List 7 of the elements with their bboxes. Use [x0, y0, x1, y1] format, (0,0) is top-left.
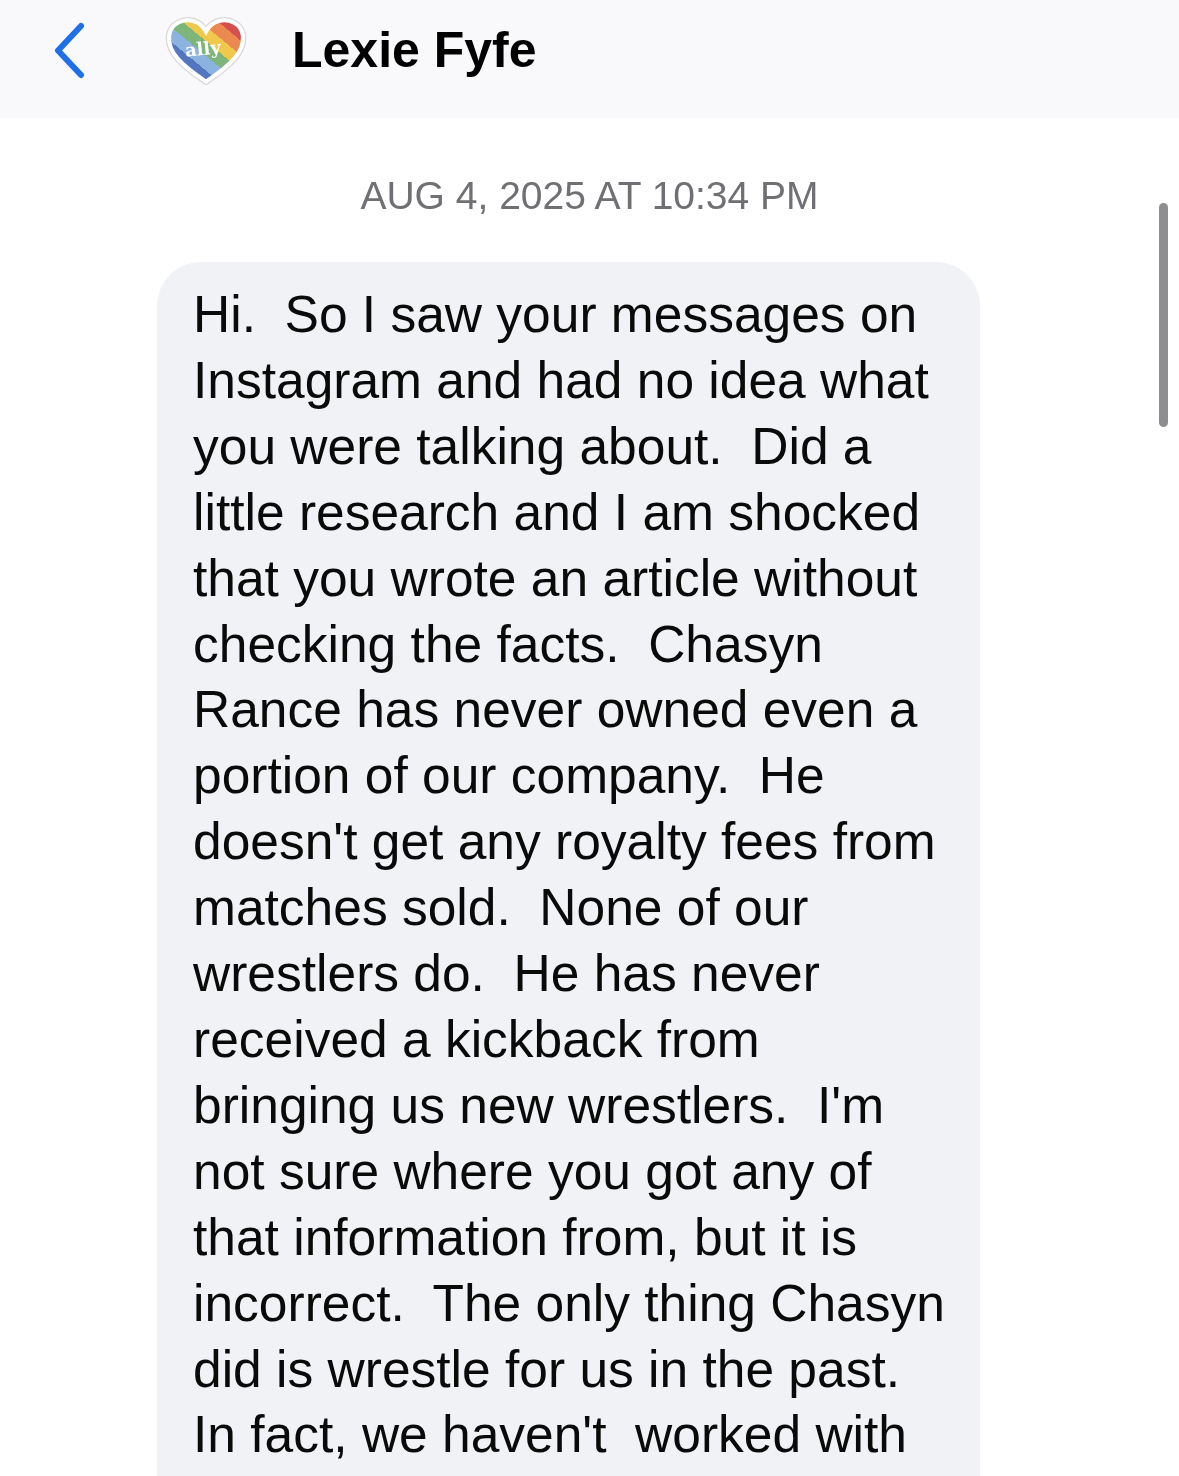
avatar-label: ally — [184, 37, 222, 60]
chevron-left-icon — [53, 21, 86, 79]
contact-name[interactable]: Lexie Fyfe — [292, 25, 537, 75]
striped-heart-icon — [165, 15, 247, 85]
message-text: Hi. So I saw your messages on Instagram and had no idea what you were talking about. Did a little research and I am shocked that you wrote an article without checking the facts. Chasyn Rance has never owned even a portion of our company. He doesn't get any royalty fees from matches sold. None of our wrestlers do. He has never received a kickback from bringing us new wrestlers. I'm not sure where you got any of that information from, but it is incorrect. The only thing Chasyn did is wrestle for us in the past. In fact, we haven't worked with — [193, 284, 946, 1466]
back-button[interactable] — [53, 21, 86, 79]
message-timestamp: AUG 4, 2025 AT 10:34 PM — [359, 176, 820, 216]
